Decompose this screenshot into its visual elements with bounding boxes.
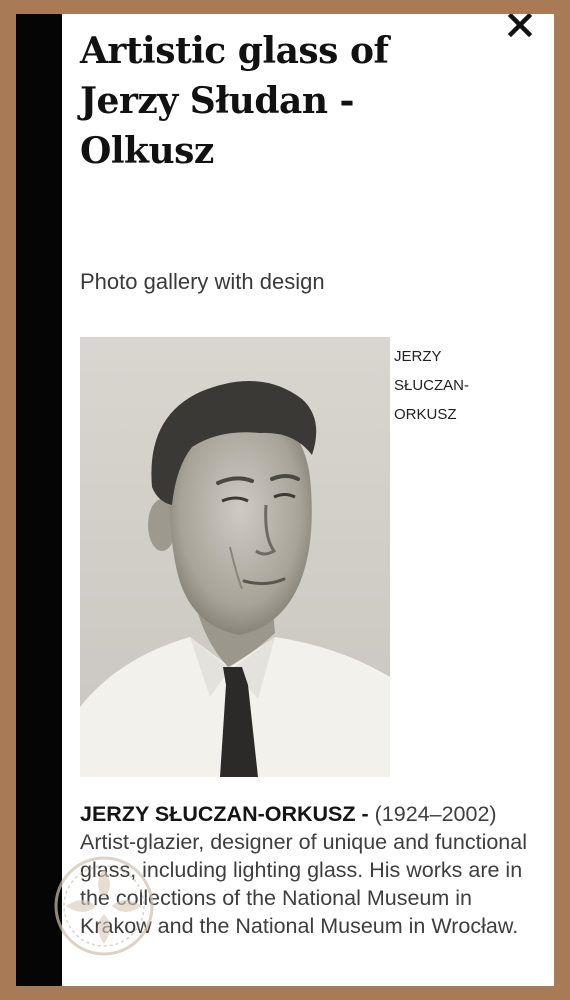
portrait-photo — [80, 337, 390, 777]
left-sidebar-bar — [16, 14, 62, 986]
page-subtitle: Photo gallery with design — [80, 269, 325, 294]
photo-caption: JERZY SŁUCZAN-ORKUSZ — [394, 348, 470, 423]
biography-name: JERZY SŁUCZAN-ORKUSZ - — [80, 802, 375, 826]
portrait-image — [80, 337, 390, 777]
biography-text: JERZY SŁUCZAN-ORKUSZ - (1924–2002) Artis… — [80, 800, 540, 940]
page-title: Artistic glass of Jerzy Słudan - Olkusz — [80, 30, 389, 172]
page-frame: Artistic glass of Jerzy Słudan - Olkusz … — [16, 14, 554, 986]
close-button[interactable] — [500, 14, 540, 42]
close-icon — [507, 14, 533, 38]
